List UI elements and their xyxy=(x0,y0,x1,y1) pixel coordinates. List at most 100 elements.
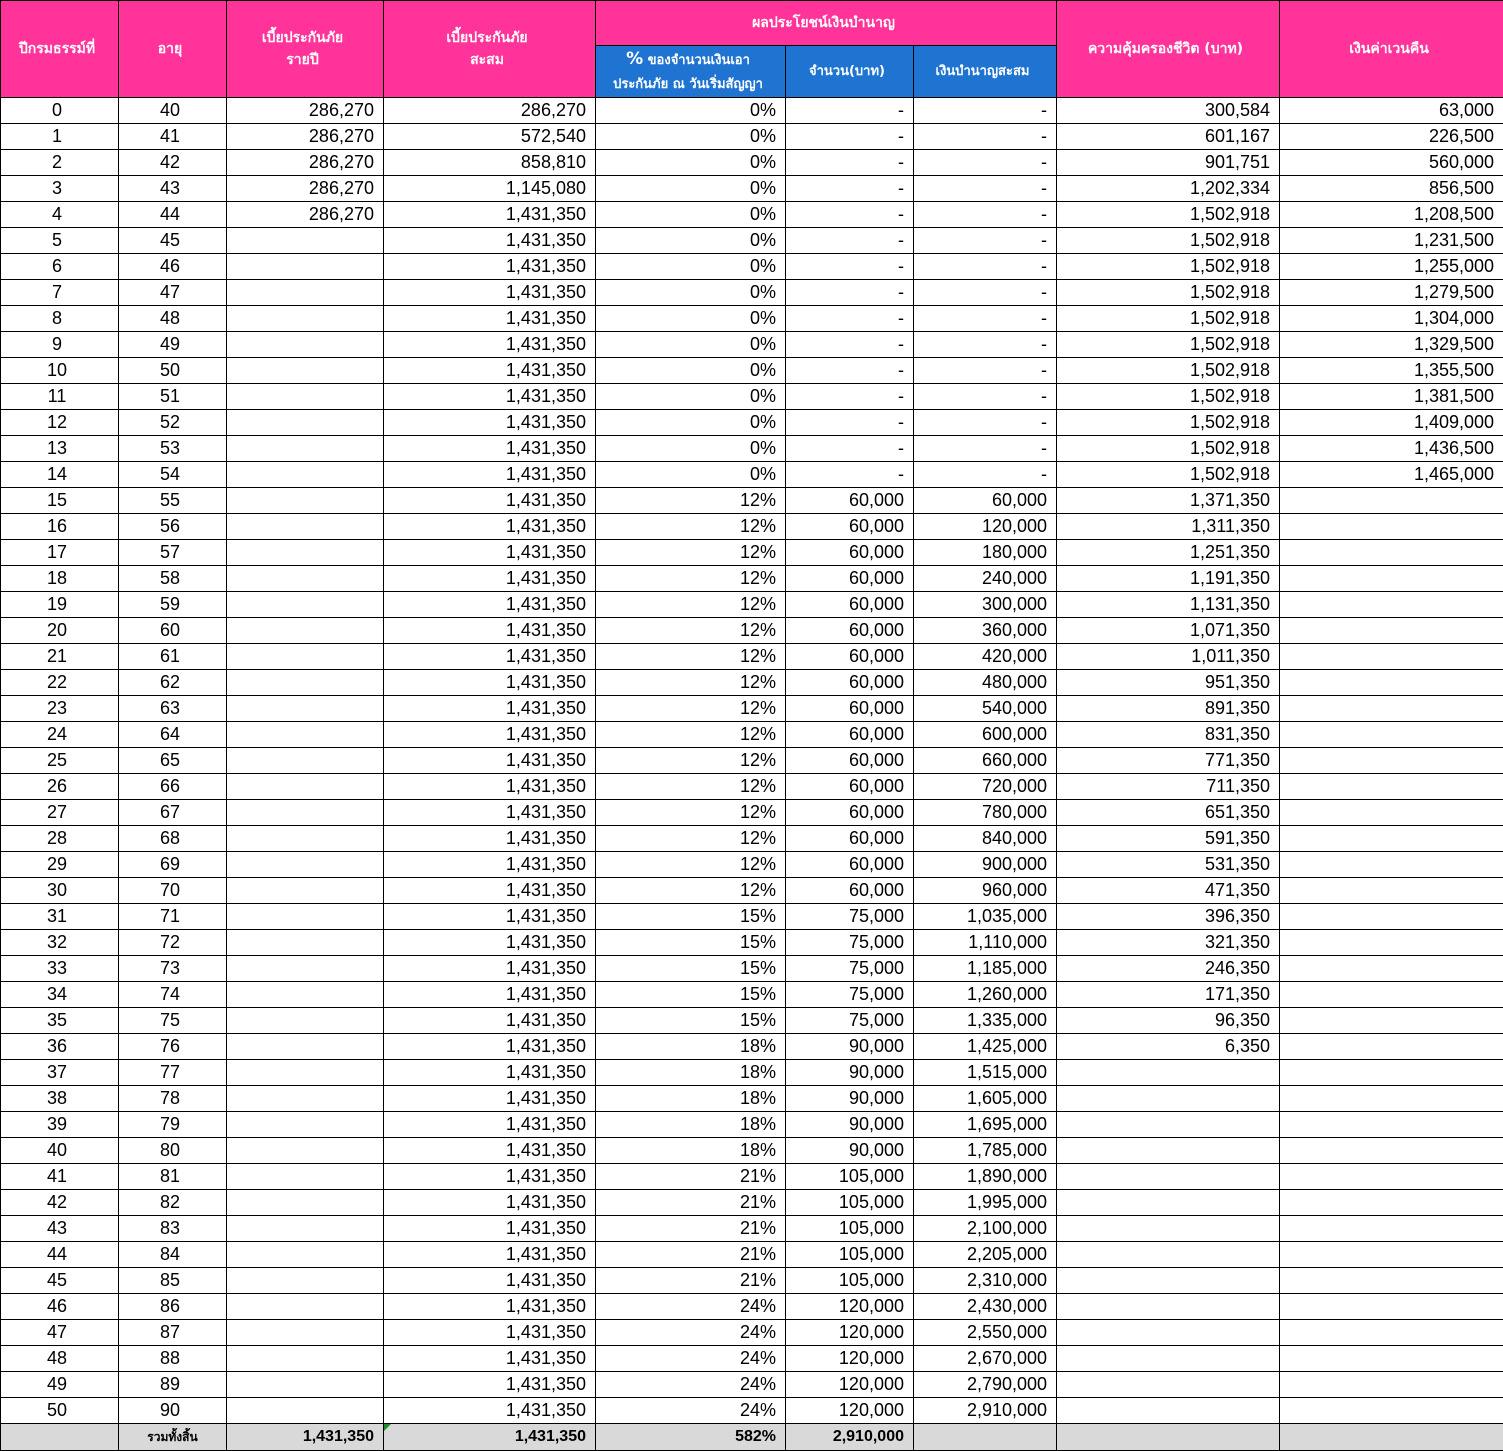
cell-pension-amount[interactable]: 60,000 xyxy=(785,695,914,722)
cell-policy-year[interactable]: 36 xyxy=(0,1033,119,1060)
cell-pension-cumulative[interactable]: 540,000 xyxy=(912,695,1058,722)
cell-surrender-value[interactable] xyxy=(1279,773,1503,800)
cell-cumulative-premium[interactable]: 1,431,350 xyxy=(383,877,596,904)
cell-annual-premium[interactable] xyxy=(226,721,384,748)
cell-annual-premium[interactable] xyxy=(226,643,384,670)
cell-annual-premium[interactable] xyxy=(226,773,384,800)
cell-annual-premium[interactable] xyxy=(226,1085,384,1112)
cell-annual-premium[interactable] xyxy=(226,1137,384,1164)
header-age[interactable]: อายุ xyxy=(118,0,227,98)
cell-pension-pct[interactable]: 15% xyxy=(595,981,786,1008)
cell-cumulative-premium[interactable]: 1,431,350 xyxy=(383,1189,596,1216)
cell-pension-pct[interactable]: 0% xyxy=(595,253,786,280)
cell-pension-pct[interactable]: 24% xyxy=(595,1371,786,1398)
cell-pension-amount[interactable]: 60,000 xyxy=(785,799,914,826)
cell-pension-amount[interactable]: 60,000 xyxy=(785,773,914,800)
cell-policy-year[interactable]: 27 xyxy=(0,799,119,826)
cell-pension-cumulative[interactable]: - xyxy=(912,383,1058,410)
cell-surrender-value[interactable]: 856,500 xyxy=(1279,175,1503,202)
cell-age[interactable]: 58 xyxy=(118,565,227,592)
cell-pension-amount[interactable]: 60,000 xyxy=(785,565,914,592)
cell-pension-cumulative[interactable]: 480,000 xyxy=(912,669,1058,696)
table-row[interactable]: 9 49 1,431,350 0% - - 1,502,918 1,329,50… xyxy=(0,331,1503,358)
cell-life-coverage[interactable]: 96,350 xyxy=(1056,1007,1281,1034)
cell-pension-pct[interactable]: 12% xyxy=(595,643,786,670)
cell-life-coverage[interactable]: 651,350 xyxy=(1056,799,1281,826)
cell-pension-pct[interactable]: 18% xyxy=(595,1137,786,1164)
cell-pension-amount[interactable]: 90,000 xyxy=(785,1111,914,1138)
cell-life-coverage[interactable]: 901,751 xyxy=(1056,149,1281,176)
cell-policy-year[interactable]: 14 xyxy=(0,461,119,488)
table-row[interactable]: 5 45 1,431,350 0% - - 1,502,918 1,231,50… xyxy=(0,227,1503,254)
cell-pension-amount[interactable]: - xyxy=(785,383,914,410)
cell-cumulative-premium[interactable]: 1,431,350 xyxy=(383,1241,596,1268)
cell-policy-year[interactable]: 45 xyxy=(0,1267,119,1294)
cell-surrender-value[interactable] xyxy=(1279,513,1503,540)
cell-pension-cumulative[interactable]: - xyxy=(912,97,1058,124)
table-row[interactable]: 28 68 1,431,350 12% 60,000 840,000 591,3… xyxy=(0,825,1503,852)
cell-pension-pct[interactable]: 0% xyxy=(595,149,786,176)
cell-surrender-value[interactable] xyxy=(1279,1293,1503,1320)
cell-pension-cumulative[interactable]: 780,000 xyxy=(912,799,1058,826)
cell-surrender-value[interactable] xyxy=(1279,1111,1503,1138)
cell-cumulative-premium[interactable]: 1,431,350 xyxy=(383,669,596,696)
cell-pension-amount[interactable]: 60,000 xyxy=(785,851,914,878)
cell-pension-cumulative[interactable]: 1,185,000 xyxy=(912,955,1058,982)
cell-age[interactable]: 51 xyxy=(118,383,227,410)
table-row[interactable]: 42 82 1,431,350 21% 105,000 1,995,000 xyxy=(0,1189,1503,1216)
cell-age[interactable]: 84 xyxy=(118,1241,227,1268)
cell-pension-amount[interactable]: - xyxy=(785,253,914,280)
cell-annual-premium[interactable] xyxy=(226,1293,384,1320)
table-row[interactable]: 41 81 1,431,350 21% 105,000 1,890,000 xyxy=(0,1163,1503,1190)
cell-pension-cumulative[interactable]: 240,000 xyxy=(912,565,1058,592)
cell-pension-pct[interactable]: 24% xyxy=(595,1293,786,1320)
cell-pension-cumulative[interactable]: 1,890,000 xyxy=(912,1163,1058,1190)
cell-annual-premium[interactable] xyxy=(226,955,384,982)
cell-annual-premium[interactable] xyxy=(226,461,384,488)
cell-pension-pct[interactable]: 0% xyxy=(595,409,786,436)
cell-surrender-value[interactable] xyxy=(1279,1189,1503,1216)
table-row[interactable]: 49 89 1,431,350 24% 120,000 2,790,000 xyxy=(0,1371,1503,1398)
cell-pension-cumulative[interactable]: - xyxy=(912,149,1058,176)
cell-cumulative-premium[interactable]: 1,431,350 xyxy=(383,851,596,878)
cell-policy-year[interactable]: 26 xyxy=(0,773,119,800)
cell-pension-pct[interactable]: 12% xyxy=(595,695,786,722)
cell-age[interactable]: 47 xyxy=(118,279,227,306)
cell-pension-amount[interactable]: 60,000 xyxy=(785,539,914,566)
cell-policy-year[interactable]: 47 xyxy=(0,1319,119,1346)
table-row[interactable]: 48 88 1,431,350 24% 120,000 2,670,000 xyxy=(0,1345,1503,1372)
cell-age[interactable]: 43 xyxy=(118,175,227,202)
cell-age[interactable]: 46 xyxy=(118,253,227,280)
table-row[interactable]: 8 48 1,431,350 0% - - 1,502,918 1,304,00… xyxy=(0,305,1503,332)
cell-life-coverage[interactable] xyxy=(1056,1085,1281,1112)
cell-pension-pct[interactable]: 12% xyxy=(595,851,786,878)
cell-annual-premium[interactable] xyxy=(226,1033,384,1060)
cell-cumulative-premium[interactable]: 1,431,350 xyxy=(383,591,596,618)
cell-surrender-value[interactable] xyxy=(1279,1319,1503,1346)
cell-pension-cumulative[interactable]: 2,910,000 xyxy=(912,1397,1058,1424)
cell-pension-pct[interactable]: 0% xyxy=(595,383,786,410)
cell-pension-pct[interactable]: 0% xyxy=(595,461,786,488)
table-row[interactable]: 36 76 1,431,350 18% 90,000 1,425,000 6,3… xyxy=(0,1033,1503,1060)
cell-pension-amount[interactable]: 90,000 xyxy=(785,1137,914,1164)
cell-pension-pct[interactable]: 24% xyxy=(595,1345,786,1372)
cell-pension-pct[interactable]: 12% xyxy=(595,539,786,566)
cell-surrender-value[interactable]: 1,255,000 xyxy=(1279,253,1503,280)
cell-cumulative-premium[interactable]: 1,431,350 xyxy=(383,487,596,514)
cell-annual-premium[interactable] xyxy=(226,877,384,904)
cell-annual-premium[interactable] xyxy=(226,1371,384,1398)
cell-age[interactable]: 81 xyxy=(118,1163,227,1190)
cell-annual-premium[interactable]: 286,270 xyxy=(226,123,384,150)
table-row[interactable]: 35 75 1,431,350 15% 75,000 1,335,000 96,… xyxy=(0,1007,1503,1034)
cell-pension-amount[interactable]: - xyxy=(785,409,914,436)
table-row[interactable]: 40 80 1,431,350 18% 90,000 1,785,000 xyxy=(0,1137,1503,1164)
cell-pension-pct[interactable]: 18% xyxy=(595,1111,786,1138)
cell-life-coverage[interactable] xyxy=(1056,1111,1281,1138)
cell-age[interactable]: 67 xyxy=(118,799,227,826)
table-row[interactable]: 34 74 1,431,350 15% 75,000 1,260,000 171… xyxy=(0,981,1503,1008)
cell-pension-amount[interactable]: 60,000 xyxy=(785,825,914,852)
header-pension-pct[interactable]: % ของจำนวนเงินเอา ประกันภัย ณ วันเริ่มสั… xyxy=(595,45,786,98)
cell-age[interactable]: 80 xyxy=(118,1137,227,1164)
cell-pension-pct[interactable]: 0% xyxy=(595,331,786,358)
cell-age[interactable]: 86 xyxy=(118,1293,227,1320)
